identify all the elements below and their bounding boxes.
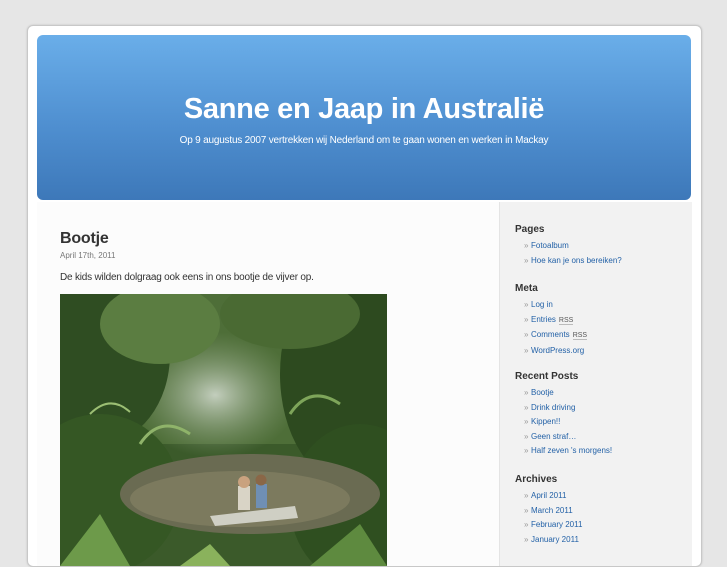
sidebar-recent-posts: Recent Posts Bootje Drink driving Kippen… [515, 371, 612, 459]
recent-posts-heading: Recent Posts [515, 371, 579, 382]
rss-badge: RSS [572, 332, 588, 341]
archive-link[interactable]: February 2011 [531, 520, 582, 529]
meta-link-entries[interactable]: Entries [531, 315, 556, 324]
archive-link[interactable]: March 2011 [531, 506, 573, 515]
archive-item: January 2011 [515, 533, 582, 548]
meta-item: Log in [515, 298, 587, 313]
recent-post-item: Geen straf… [515, 430, 612, 445]
recent-post-link[interactable]: Half zeven 's morgens! [531, 446, 612, 455]
blog-header: Sanne en Jaap in Australië Op 9 augustus… [37, 35, 691, 200]
recent-post-item: Kippen!! [515, 415, 612, 430]
recent-post-link[interactable]: Bootje [531, 388, 554, 397]
rss-badge: RSS [558, 316, 574, 325]
pages-link-fotoalbum[interactable]: Fotoalbum [531, 241, 569, 250]
recent-post-link[interactable]: Geen straf… [531, 432, 576, 441]
blog-title-link[interactable]: Sanne en Jaap in Australië [37, 93, 691, 126]
boat-photo-image [60, 294, 387, 566]
archive-link[interactable]: April 2011 [531, 491, 566, 500]
meta-item: CommentsRSS [515, 328, 588, 344]
meta-link-wordpress[interactable]: WordPress.org [531, 346, 584, 355]
pages-link-contact[interactable]: Hoe kan je ons bereiken? [531, 256, 622, 265]
recent-post-item: Bootje [515, 386, 612, 401]
recent-post-item: Drink driving [515, 401, 612, 416]
archive-link[interactable]: January 2011 [531, 535, 579, 544]
sidebar-pages: Pages Fotoalbum Hoe kan je ons bereiken? [515, 224, 622, 268]
pages-item: Hoe kan je ons bereiken? [515, 254, 622, 269]
meta-item: WordPress.org [515, 344, 587, 359]
blog-description: Op 9 augustus 2007 vertrekken wij Nederl… [179, 135, 549, 146]
meta-heading: Meta [515, 283, 538, 294]
recent-post-item: Half zeven 's morgens! [515, 444, 612, 459]
pages-heading: Pages [515, 224, 545, 235]
post-text: De kids wilden dolgraag ook eens in ons … [60, 272, 314, 283]
boat-photo[interactable] [60, 294, 387, 566]
sidebar-archives: Archives April 2011 March 2011 February … [515, 474, 582, 547]
main-content: Bootje April 17th, 2011 De kids wilden d… [37, 202, 499, 566]
archive-item: February 2011 [515, 518, 582, 533]
archives-heading: Archives [515, 474, 558, 485]
archive-item: April 2011 [515, 489, 582, 504]
meta-link-login[interactable]: Log in [531, 300, 553, 309]
archive-item: March 2011 [515, 504, 582, 519]
post-date: April 17th, 2011 [60, 251, 116, 260]
recent-post-link[interactable]: Kippen!! [531, 417, 560, 426]
meta-link-comments[interactable]: Comments [531, 330, 570, 339]
recent-post-link[interactable]: Drink driving [531, 403, 575, 412]
post-title[interactable]: Bootje [60, 230, 109, 248]
sidebar-meta: Meta Log in EntriesRSS CommentsRSS WordP… [515, 283, 588, 359]
meta-item: EntriesRSS [515, 313, 587, 329]
pages-item: Fotoalbum [515, 239, 622, 254]
page-container: Sanne en Jaap in Australië Op 9 augustus… [27, 25, 702, 567]
sidebar: Pages Fotoalbum Hoe kan je ons bereiken?… [499, 202, 692, 566]
